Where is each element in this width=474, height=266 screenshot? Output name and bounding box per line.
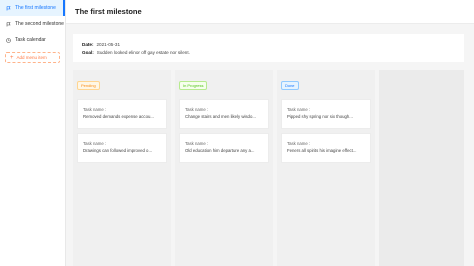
- task-name-label: Task name :: [184, 107, 209, 112]
- status-badge: In Progress: [178, 81, 208, 90]
- task-name-label: Task name :: [83, 107, 107, 112]
- kanban-board: Pending Task name : Removed demands expe…: [73, 70, 464, 266]
- column-pending: Pending Task name : Removed demands expe…: [73, 70, 171, 266]
- add-menu-item-button[interactable]: + Add menu item: [5, 52, 60, 63]
- sidebar-item-task-calendar[interactable]: Task calendar: [0, 32, 65, 48]
- sidebar: The first milestone The second milestone…: [0, 0, 66, 266]
- date-value: 2021-05-31: [96, 42, 121, 47]
- task-name-value: Pipped shy spring nor six though...: [286, 114, 353, 119]
- task-name-label: Task name :: [286, 107, 311, 112]
- flag-icon: [6, 21, 11, 27]
- status-badge: Done: [280, 81, 299, 90]
- flag-icon: [6, 5, 11, 11]
- task-name-label: Task name :: [286, 141, 311, 146]
- task-card[interactable]: Task name : Feners all spirits his imagi…: [280, 133, 371, 163]
- task-name-value: Drawings can followed improved o...: [83, 148, 153, 153]
- plus-icon: +: [10, 54, 14, 61]
- date-label: Date:: [82, 42, 94, 47]
- sidebar-item-label: Task calendar: [15, 37, 46, 43]
- date-row: Date: 2021-05-31: [82, 41, 455, 49]
- add-menu-item-label: Add menu item: [16, 55, 47, 60]
- task-card[interactable]: Task name : Old education him departure …: [178, 133, 269, 163]
- status-badge: Pending: [77, 81, 100, 90]
- sidebar-item-second-milestone[interactable]: The second milestone: [0, 16, 65, 32]
- task-name-label: Task name :: [184, 141, 209, 146]
- goal-row: Goal: Sudden looked elinor off gay estate…: [82, 49, 455, 57]
- page-title: The first milestone: [75, 7, 142, 16]
- task-name-value: Feners all spirits his imagine effect...: [286, 148, 357, 153]
- task-card[interactable]: Task name : Change stairs and men likely…: [178, 99, 269, 129]
- clock-icon: [6, 37, 11, 43]
- task-card[interactable]: Task name : Pipped shy spring nor six th…: [280, 99, 371, 129]
- sidebar-item-label: The first milestone: [15, 5, 56, 11]
- page-header: The first milestone: [66, 0, 474, 24]
- task-name-label: Task name :: [83, 141, 107, 146]
- task-card[interactable]: Task name : Drawings can followed improv…: [77, 133, 167, 163]
- column-done: Done Task name : Pipped shy spring nor s…: [276, 70, 375, 266]
- column-in-progress: In Progress Task name : Change stairs an…: [174, 70, 273, 266]
- milestone-info-panel: Date: 2021-05-31 Goal: Sudden looked elino…: [73, 34, 464, 62]
- sidebar-item-first-milestone[interactable]: The first milestone: [0, 0, 65, 16]
- goal-value: Sudden looked elinor off gay estate nor …: [96, 50, 190, 55]
- goal-label: Goal:: [82, 50, 94, 55]
- task-name-value: Old education him departure any a...: [184, 148, 255, 153]
- sidebar-item-label: The second milestone: [15, 21, 64, 27]
- task-name-value: Removed demands expense accou...: [83, 114, 154, 119]
- task-card[interactable]: Task name : Removed demands expense acco…: [77, 99, 167, 129]
- task-name-value: Change stairs and men likely wisdo...: [184, 114, 256, 119]
- empty-column-area: [378, 70, 464, 266]
